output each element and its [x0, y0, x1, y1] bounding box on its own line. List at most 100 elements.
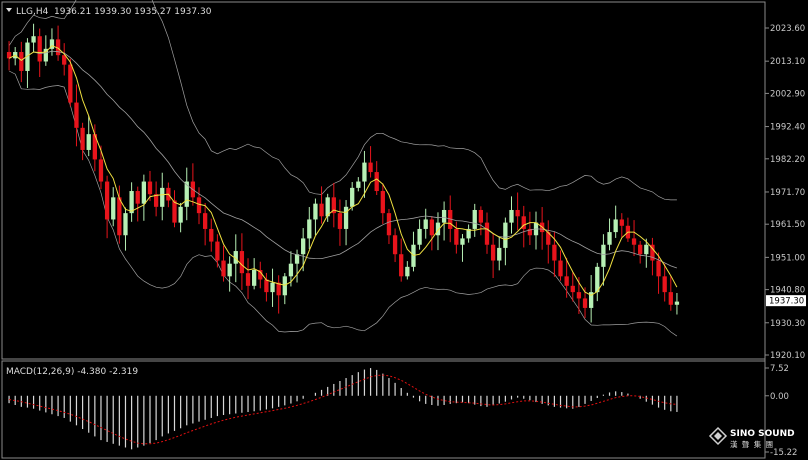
candle-body: [117, 197, 122, 236]
candle-body: [490, 244, 496, 261]
price-chart: 2023.60 2013.10 2002.90 1992.40 1982.20 1971.…: [0, 0, 808, 460]
candle-body: [399, 254, 404, 277]
candle-body: [405, 266, 410, 277]
candle-body: [31, 36, 36, 43]
current-price-label: 1937.30: [769, 297, 804, 307]
candle-body: [619, 219, 624, 226]
macd-tick-label: 0.00: [770, 392, 789, 402]
candle-body: [497, 247, 502, 261]
candle-body: [301, 238, 306, 255]
candle-body: [202, 213, 208, 229]
candle-body: [264, 279, 269, 293]
candle-body: [392, 235, 398, 255]
price-tick-label: 1992.40: [770, 123, 805, 133]
candle-body: [104, 181, 110, 220]
ohlc-readout: 1936.21 1939.30 1935.27 1937.30: [54, 7, 212, 17]
candle-body: [239, 251, 245, 274]
candle-body: [209, 228, 214, 242]
candle-body: [380, 191, 385, 214]
candle-body: [123, 213, 128, 236]
candle-body: [656, 260, 661, 277]
candle-body: [582, 298, 588, 308]
price-tick-label: 1961.50: [770, 220, 805, 230]
candle-body: [478, 209, 484, 223]
macd-tick-label: -15.22: [770, 448, 797, 458]
candle-body: [576, 292, 582, 299]
candle-body: [460, 238, 465, 245]
macd-label: MACD(12,26,9) -4.380 -2.319: [6, 367, 138, 377]
candle-body: [638, 244, 643, 255]
price-tick-label: 1971.70: [770, 188, 805, 198]
candle-body: [343, 206, 349, 229]
candle-body: [196, 197, 202, 214]
candle-body: [160, 187, 165, 207]
candle-body: [558, 260, 563, 277]
candle-body: [454, 228, 459, 245]
candle-body: [294, 254, 300, 264]
candle-body: [662, 276, 667, 293]
candle-body: [644, 244, 649, 255]
candle-body: [98, 159, 104, 182]
price-tick-label: 2002.90: [770, 89, 805, 99]
candle-body: [362, 162, 367, 182]
candle-body: [270, 282, 275, 293]
candle-body: [74, 102, 79, 128]
candle-body: [356, 181, 361, 188]
candle-body: [37, 36, 42, 62]
candle-body: [288, 263, 294, 277]
price-tick-label: 2023.60: [770, 24, 805, 34]
candle-body: [386, 213, 392, 236]
candle-body: [552, 244, 557, 261]
macd-tick-label: 7.52: [770, 364, 789, 374]
candle-body: [607, 232, 612, 245]
candle-body: [423, 219, 428, 229]
candle-body: [570, 285, 575, 293]
candle-body: [178, 206, 183, 223]
candle-body: [221, 260, 226, 277]
candle-body: [503, 222, 508, 248]
candle-body: [368, 162, 373, 173]
price-tick-label: 1982.20: [770, 155, 805, 165]
candle-body: [374, 172, 379, 192]
candle-body: [147, 181, 153, 195]
candle-body: [668, 292, 673, 305]
candle-body: [307, 219, 312, 239]
candle-body: [86, 134, 91, 150]
candle-body: [417, 228, 422, 245]
candle-body: [674, 301, 680, 305]
price-tick-label: 2013.10: [770, 57, 805, 67]
candle-body: [472, 209, 477, 229]
candle-body: [484, 222, 490, 245]
candle-body: [631, 238, 637, 245]
candle-body: [80, 127, 85, 150]
logo-text: SINO SOUND: [730, 429, 795, 439]
candle-body: [313, 203, 318, 220]
price-tick-label: 1951.00: [770, 253, 805, 263]
candle-body: [252, 270, 257, 286]
candle-body: [19, 52, 24, 71]
candle-body: [564, 276, 569, 286]
candle-body: [441, 209, 447, 223]
price-tick-label: 1940.80: [770, 286, 805, 296]
candle-body: [129, 191, 134, 214]
candle-body: [350, 187, 355, 207]
candle-body: [613, 219, 618, 233]
candle-body: [337, 213, 343, 229]
price-tick-label: 1930.30: [770, 319, 805, 329]
candle-body: [319, 203, 324, 217]
logo-subtext: 漢 聲 集 團: [730, 439, 774, 449]
symbol-label: LLG,H4: [16, 7, 49, 17]
candle-body: [515, 209, 520, 217]
candle-body: [509, 209, 514, 223]
candle-body: [601, 244, 606, 267]
candle-body: [227, 263, 232, 277]
candle-body: [215, 241, 220, 261]
candle-body: [135, 191, 140, 204]
candle-body: [429, 219, 434, 236]
candle-body: [245, 273, 251, 286]
candle-body: [111, 197, 116, 220]
price-tick-label: 1920.10: [770, 351, 805, 361]
candle-body: [68, 64, 73, 103]
candle-body: [172, 200, 177, 223]
candle-body: [282, 276, 287, 296]
